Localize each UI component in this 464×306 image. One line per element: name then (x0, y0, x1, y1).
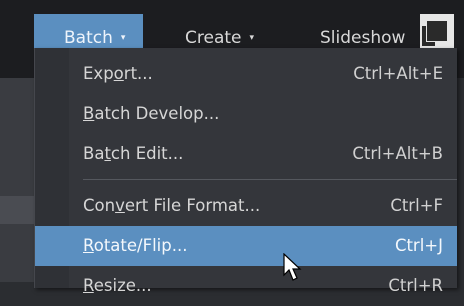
menu-item-convert-file-format[interactable]: Convert File Format... Ctrl+F (35, 186, 457, 226)
menu-item-label: Rotate/Flip... (83, 236, 188, 255)
menu-item-batch-develop[interactable]: Batch Develop... (35, 94, 457, 134)
menu-item-label: Export... (83, 64, 153, 83)
restore-window-icon[interactable] (420, 14, 454, 48)
menubar-item-label: Batch (64, 28, 113, 48)
menu-item-rotate-flip[interactable]: Rotate/Flip... Ctrl+J (35, 226, 457, 266)
menu-separator (83, 179, 457, 180)
menu-item-batch-edit[interactable]: Batch Edit... Ctrl+Alt+B (35, 134, 457, 174)
chevron-down-icon: ▾ (120, 33, 126, 43)
menu-item-label: Convert File Format... (83, 196, 261, 215)
menubar-item-label: Slideshow (320, 28, 406, 48)
chevron-down-icon: ▾ (249, 33, 255, 43)
menu-item-label: Batch Edit... (83, 144, 184, 163)
background-panel (0, 78, 34, 282)
menu-item-label: Batch Develop... (83, 104, 220, 123)
menu-item-resize[interactable]: Resize... Ctrl+R (35, 266, 457, 306)
menu-item-shortcut: Ctrl+R (388, 276, 443, 295)
menu-item-shortcut: Ctrl+Alt+B (352, 144, 443, 163)
menu-item-shortcut: Ctrl+F (390, 196, 443, 215)
menu-item-shortcut: Ctrl+Alt+E (353, 64, 443, 83)
menu-item-shortcut: Ctrl+J (394, 236, 443, 255)
batch-dropdown-menu: Export... Ctrl+Alt+E Batch Develop... Ba… (34, 48, 457, 295)
menu-item-label: Resize... (83, 276, 152, 295)
menu-item-export[interactable]: Export... Ctrl+Alt+E (35, 54, 457, 94)
menubar-item-label: Create (185, 28, 242, 48)
mouse-cursor-icon (283, 253, 302, 281)
